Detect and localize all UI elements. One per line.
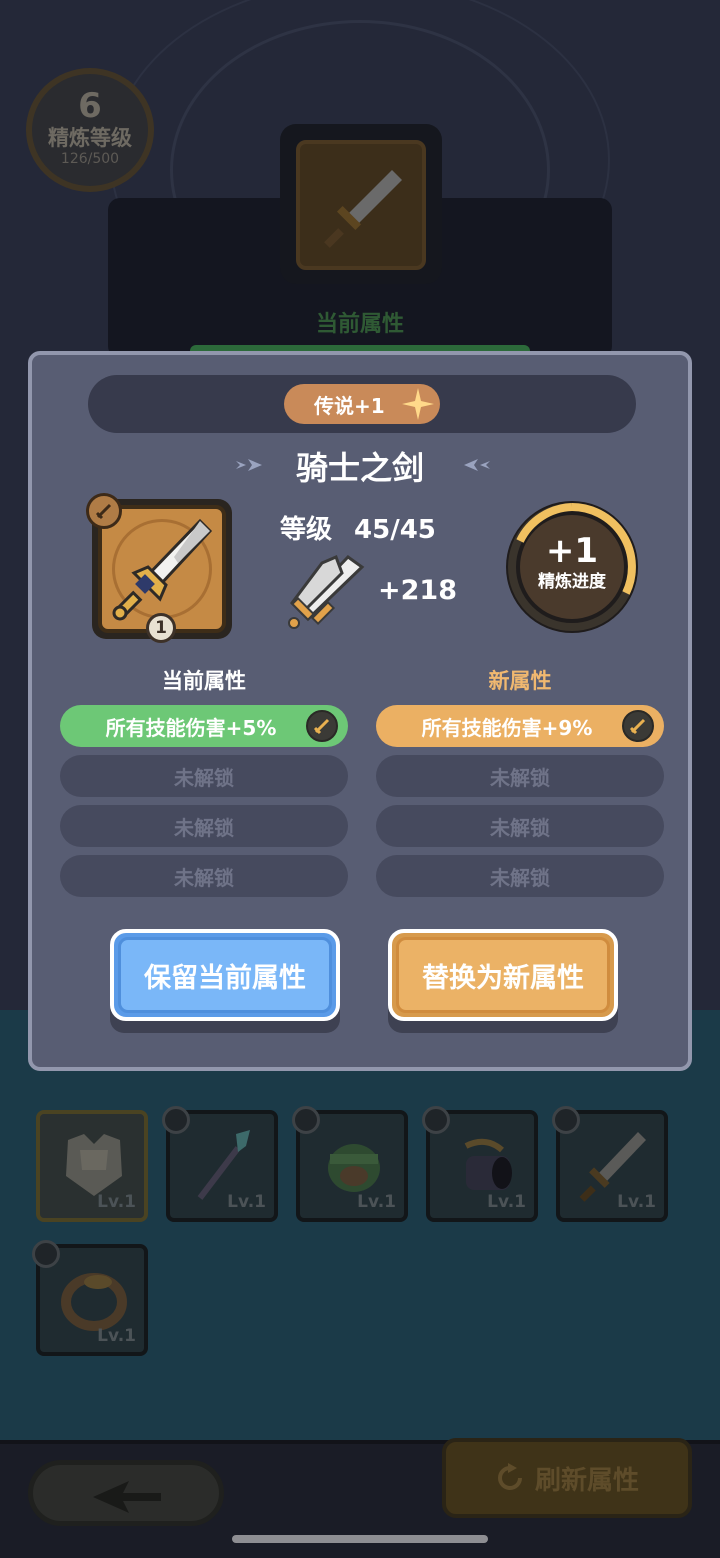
locked-attribute-text: 未解锁	[174, 765, 234, 790]
new-attribute-3: 未解锁	[376, 805, 664, 847]
attack-swords-icon	[288, 555, 365, 629]
current-attributes-title: 当前属性	[162, 669, 246, 693]
rarity-badge: 传说+1	[284, 384, 440, 424]
refresh-icon	[498, 1463, 522, 1490]
refine-progress-label: 精炼进度	[538, 572, 606, 592]
knight-sword-icon	[112, 518, 213, 621]
sword-icon	[306, 710, 338, 742]
inventory-level: Lv.1	[97, 1326, 136, 1346]
inventory-level: Lv.1	[487, 1192, 526, 1212]
current-attribute-text: 所有技能伤害+5%	[105, 715, 277, 740]
new-attribute-1: 所有技能伤害+9%	[376, 705, 664, 747]
refine-progress-inner: +1 精炼进度	[520, 515, 624, 619]
item-name: 骑士之剑	[295, 449, 424, 487]
inventory-level: Lv.1	[617, 1192, 656, 1212]
home-indicator[interactable]	[232, 1535, 488, 1543]
locked-attribute-text: 未解锁	[490, 865, 550, 890]
refresh-attributes-button[interactable]: 刷新属性	[442, 1438, 692, 1518]
inventory-slot-sword[interactable]: Lv.1	[552, 1106, 668, 1222]
item-level-row: 等级 45/45	[280, 509, 436, 546]
weapon-type-icon	[86, 493, 122, 529]
inventory-level: Lv.1	[227, 1192, 266, 1212]
refine-level-exp: 126/500	[60, 151, 120, 167]
refine-progress-value: +1	[545, 531, 599, 571]
sword-icon	[324, 170, 402, 248]
inventory-slot-ring[interactable]: Lv.1	[32, 1240, 148, 1356]
refine-level-badge: 6 精炼等级 126/500	[26, 68, 154, 192]
rarity-bar: 传说+1	[88, 375, 636, 433]
keep-current-attributes-label: 保留当前属性	[144, 962, 306, 994]
locked-attribute-text: 未解锁	[174, 815, 234, 840]
new-attribute-4: 未解锁	[376, 855, 664, 897]
new-attribute-text: 所有技能伤害+9%	[421, 715, 593, 740]
level-label: 等级	[280, 515, 333, 545]
refine-level-label: 精炼等级	[48, 126, 132, 150]
refine-progress-badge: +1 精炼进度	[506, 501, 638, 633]
inventory-area	[0, 1010, 720, 1440]
inventory-slot-bracer[interactable]: Lv.1	[422, 1106, 538, 1222]
background-current-attr-label: 当前属性	[315, 312, 404, 337]
keep-current-attributes-button[interactable]: 保留当前属性	[110, 929, 340, 1021]
locked-attribute-text: 未解锁	[174, 865, 234, 890]
replace-with-new-attributes-button[interactable]: 替换为新属性	[388, 929, 618, 1021]
sword-icon	[622, 710, 654, 742]
new-attributes-title: 新属性	[488, 669, 552, 693]
locked-attribute-text: 未解锁	[490, 815, 550, 840]
new-attribute-2: 未解锁	[376, 755, 664, 797]
inventory-slot-armor[interactable]: Lv.1	[36, 1110, 148, 1222]
inventory-slot-spear[interactable]: Lv.1	[162, 1106, 278, 1222]
current-attribute-4: 未解锁	[60, 855, 348, 897]
inventory-level: Lv.1	[357, 1192, 396, 1212]
level-value: 45/45	[354, 515, 436, 545]
current-attribute-2: 未解锁	[60, 755, 348, 797]
current-attribute-3: 未解锁	[60, 805, 348, 847]
back-button[interactable]	[28, 1460, 224, 1526]
background-item	[296, 140, 426, 270]
inventory-level: Lv.1	[97, 1192, 136, 1212]
item-count-badge: 1	[146, 613, 176, 643]
rarity-label: 传说+1	[314, 393, 385, 418]
refine-result-modal: 传说+1 骑士之剑 1 等级 45/45 +218 +1 精炼进度 当前属性 新…	[28, 351, 692, 1071]
replace-with-new-attributes-label: 替换为新属性	[422, 962, 584, 994]
locked-attribute-text: 未解锁	[490, 765, 550, 790]
refine-level-value: 6	[78, 86, 102, 126]
inventory-slot-helmet[interactable]: Lv.1	[292, 1106, 408, 1222]
current-attribute-1: 所有技能伤害+5%	[60, 705, 348, 747]
attack-value: +218	[378, 575, 457, 606]
back-arrow-icon	[93, 1481, 161, 1513]
ornament-right-icon	[464, 459, 490, 471]
refresh-attributes-label: 刷新属性	[534, 1465, 639, 1496]
sparkle-icon	[402, 388, 434, 420]
